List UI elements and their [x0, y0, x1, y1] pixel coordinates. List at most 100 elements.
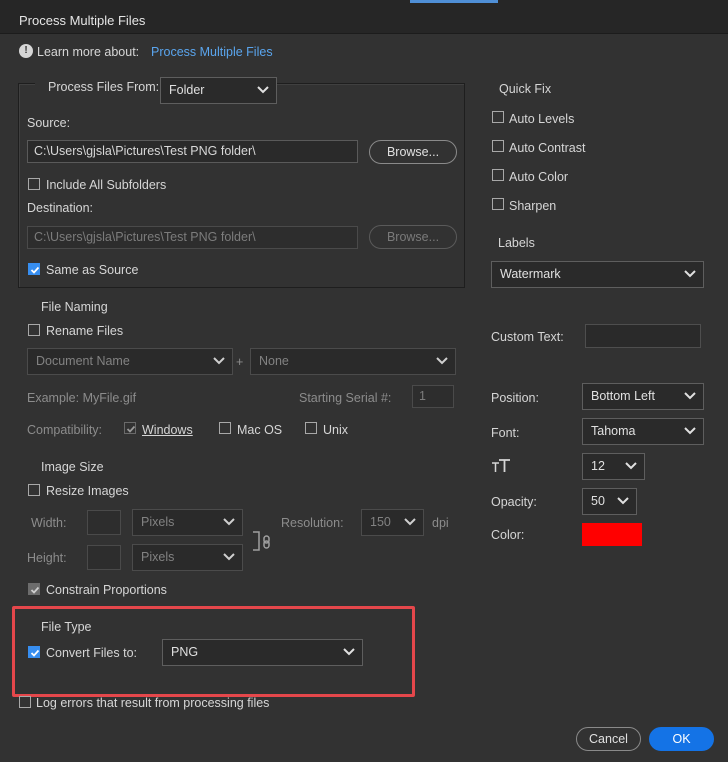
checkmark-icon — [30, 649, 40, 657]
destination-path-field[interactable]: C:\Users\gjsla\Pictures\Test PNG folder\ — [27, 226, 358, 249]
height-unit-select[interactable]: Pixels — [132, 544, 243, 571]
chevron-down-icon — [684, 392, 696, 400]
sharpen-label: Sharpen — [509, 199, 557, 213]
chevron-down-icon — [223, 518, 235, 526]
checkmark-icon — [126, 425, 136, 433]
labels-select[interactable]: Watermark — [491, 261, 704, 288]
active-tab-indicator — [410, 0, 498, 3]
source-browse-button[interactable]: Browse... — [369, 140, 457, 164]
windows-checkbox[interactable] — [124, 422, 136, 434]
auto-color-checkbox[interactable] — [492, 169, 504, 181]
quick-fix-heading: Quick Fix — [499, 82, 552, 96]
chevron-down-icon — [625, 462, 637, 470]
plus-sign: + — [236, 355, 244, 369]
compatibility-label: Compatibility: — [27, 423, 103, 437]
resolution-label: Resolution: — [281, 516, 344, 530]
destination-browse-button[interactable]: Browse... — [369, 225, 457, 249]
windows-label: Windows — [142, 423, 193, 437]
position-select[interactable]: Bottom Left — [582, 383, 704, 410]
font-select[interactable]: Tahoma — [582, 418, 704, 445]
unix-label: Unix — [323, 423, 349, 437]
file-format-value: PNG — [171, 645, 199, 659]
convert-files-checkbox[interactable] — [28, 646, 40, 658]
convert-files-label: Convert Files to: — [46, 646, 138, 660]
constrain-label: Constrain Proportions — [46, 583, 167, 597]
window-title: Process Multiple Files — [19, 13, 146, 28]
log-errors-checkbox[interactable] — [19, 696, 31, 708]
dpi-label: dpi — [432, 516, 449, 530]
width-unit-select[interactable]: Pixels — [132, 509, 243, 536]
opacity-select[interactable]: 50 — [582, 488, 637, 515]
log-errors-label: Log errors that result from processing f… — [36, 696, 270, 710]
macos-checkbox[interactable] — [219, 422, 231, 434]
labels-heading: Labels — [498, 236, 535, 250]
chevron-down-icon — [343, 648, 355, 656]
name-part2-value: None — [259, 354, 289, 368]
font-size-value: 12 — [591, 459, 605, 473]
name-part2-select[interactable]: None — [250, 348, 456, 375]
resolution-select[interactable]: 150 — [361, 509, 424, 536]
unix-checkbox[interactable] — [305, 422, 317, 434]
opacity-label: Opacity: — [491, 495, 537, 509]
learn-more-label: Learn more about: — [37, 45, 140, 59]
labels-value: Watermark — [500, 267, 561, 281]
same-as-source-checkbox[interactable] — [28, 263, 40, 275]
rename-files-checkbox[interactable] — [28, 324, 40, 336]
file-naming-heading: File Naming — [41, 300, 108, 314]
file-format-select[interactable]: PNG — [162, 639, 363, 666]
opacity-value: 50 — [591, 494, 605, 508]
constrain-checkbox[interactable] — [28, 583, 40, 595]
ok-button[interactable]: OK — [649, 727, 714, 751]
height-label: Height: — [27, 551, 67, 565]
width-field[interactable] — [87, 510, 121, 535]
font-value: Tahoma — [591, 424, 636, 438]
link-proportions-icon[interactable] — [251, 530, 275, 554]
height-field[interactable] — [87, 545, 121, 570]
sharpen-checkbox[interactable] — [492, 198, 504, 210]
custom-text-label: Custom Text: — [491, 330, 564, 344]
chevron-down-icon — [257, 86, 269, 94]
cancel-button[interactable]: Cancel — [576, 727, 641, 751]
auto-levels-label: Auto Levels — [509, 112, 575, 126]
include-subfolders-checkbox[interactable] — [28, 178, 40, 190]
learn-more-link[interactable]: Process Multiple Files — [151, 45, 273, 59]
image-size-heading: Image Size — [41, 460, 104, 474]
auto-contrast-label: Auto Contrast — [509, 141, 586, 155]
source-path-field[interactable]: C:\Users\gjsla\Pictures\Test PNG folder\ — [27, 140, 358, 163]
auto-contrast-checkbox[interactable] — [492, 140, 504, 152]
process-from-select[interactable]: Folder — [160, 77, 277, 104]
color-label: Color: — [491, 528, 525, 542]
custom-text-field[interactable] — [585, 324, 701, 348]
destination-label: Destination: — [27, 201, 94, 215]
auto-color-label: Auto Color — [509, 170, 569, 184]
font-size-select[interactable]: 12 — [582, 453, 645, 480]
color-swatch[interactable] — [582, 523, 642, 546]
file-type-heading: File Type — [41, 620, 92, 634]
height-unit-value: Pixels — [141, 550, 175, 564]
same-as-source-label: Same as Source — [46, 263, 139, 277]
font-size-icon — [492, 459, 510, 472]
serial-field[interactable]: 1 — [412, 385, 454, 408]
chevron-down-icon — [684, 270, 696, 278]
source-label: Source: — [27, 116, 71, 130]
process-from-value: Folder — [169, 83, 205, 97]
width-unit-value: Pixels — [141, 515, 175, 529]
chevron-down-icon — [436, 357, 448, 365]
info-icon: ! — [19, 44, 33, 58]
checkmark-icon — [30, 586, 40, 594]
rename-files-label: Rename Files — [46, 324, 124, 338]
include-subfolders-label: Include All Subfolders — [46, 178, 167, 192]
auto-levels-checkbox[interactable] — [492, 111, 504, 123]
name-part1-value: Document Name — [36, 354, 130, 368]
name-part1-select[interactable]: Document Name — [27, 348, 233, 375]
resize-images-checkbox[interactable] — [28, 484, 40, 496]
chevron-down-icon — [617, 497, 629, 505]
resolution-value: 150 — [370, 515, 391, 529]
chevron-down-icon — [684, 427, 696, 435]
position-value: Bottom Left — [591, 389, 655, 403]
macos-label: Mac OS — [237, 423, 283, 437]
chevron-down-icon — [404, 518, 416, 526]
process-from-label: Process Files From: — [35, 80, 166, 94]
resize-images-label: Resize Images — [46, 484, 129, 498]
example-text: Example: MyFile.gif — [27, 391, 137, 405]
